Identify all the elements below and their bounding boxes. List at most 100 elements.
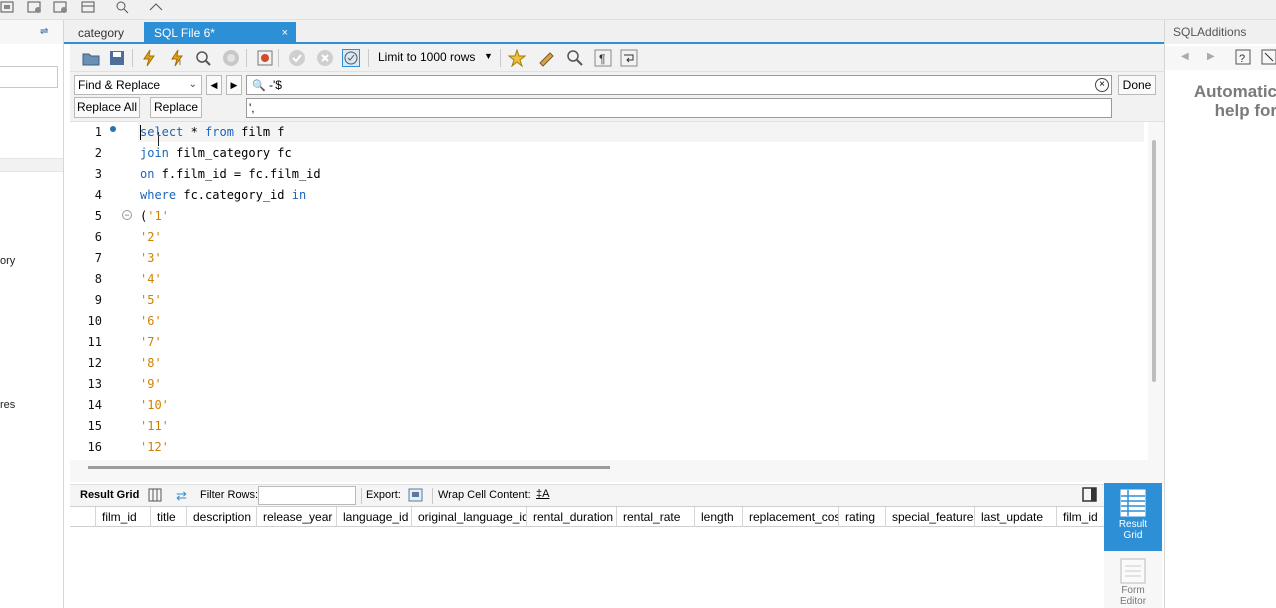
- toggle-panel-icon[interactable]: [1082, 487, 1098, 506]
- code-line[interactable]: '3': [140, 251, 162, 265]
- code-line[interactable]: join film_category fc: [140, 146, 292, 160]
- sql-editor[interactable]: − 1 select * from film f 2 join film_catego…: [70, 122, 1164, 460]
- code-line[interactable]: where fc.category_id in: [140, 188, 306, 202]
- export-label: Export:: [366, 489, 401, 501]
- limit-rows-select[interactable]: Limit to 1000 rows: [378, 50, 475, 64]
- find-previous-button[interactable]: ◀: [206, 75, 222, 95]
- code-line[interactable]: '10': [140, 398, 169, 412]
- commit-icon[interactable]: [288, 49, 306, 67]
- column-header[interactable]: release_year: [257, 507, 337, 527]
- tab-category[interactable]: category: [68, 23, 134, 43]
- auto-help-icon[interactable]: [1261, 49, 1276, 68]
- forward-icon[interactable]: ▶: [1207, 51, 1215, 62]
- replace-input[interactable]: ',: [246, 98, 1112, 118]
- invisible-chars-icon[interactable]: ¶: [594, 49, 612, 67]
- navigator-panel: ⇌ ory res: [0, 20, 64, 608]
- column-header[interactable]: special_features: [886, 507, 975, 527]
- svg-text:¶: ¶: [599, 52, 605, 66]
- search-icon[interactable]: 🔍: [252, 77, 266, 95]
- find-input[interactable]: 🔍 -'$ ×: [246, 75, 1112, 95]
- sql-keyword: on: [140, 167, 155, 181]
- open-file-icon[interactable]: [82, 49, 100, 67]
- code-line[interactable]: select * from film f: [140, 125, 285, 139]
- code-line[interactable]: '9': [140, 377, 162, 391]
- code-line[interactable]: ('1': [140, 209, 169, 223]
- autocommit-icon[interactable]: [342, 49, 360, 67]
- column-header[interactable]: language_id: [337, 507, 412, 527]
- add-snippet-icon[interactable]: [507, 48, 527, 68]
- new-connection-icon[interactable]: [0, 0, 18, 14]
- column-header[interactable]: rating: [839, 507, 886, 527]
- editor-tab-bar: category SQL File 6* ×: [64, 20, 1164, 44]
- refresh-icon[interactable]: ⇄: [176, 488, 187, 504]
- open-sql-icon[interactable]: [26, 0, 44, 14]
- execute-icon[interactable]: [140, 49, 158, 67]
- replace-button[interactable]: Replace: [150, 97, 202, 118]
- result-view-switcher: Result Grid Form Editor: [1104, 482, 1162, 608]
- column-header[interactable]: last_update: [975, 507, 1057, 527]
- beautify-icon[interactable]: [538, 49, 556, 67]
- column-header[interactable]: description: [187, 507, 257, 527]
- grid-view-icon[interactable]: [148, 488, 162, 505]
- done-button[interactable]: Done: [1118, 75, 1156, 95]
- find-icon[interactable]: [566, 49, 584, 67]
- find-replace-bar: Find & Replace ⌄ ◀ ▶ 🔍 -'$ × Done Replac…: [70, 72, 1164, 122]
- find-mode-select[interactable]: Find & Replace ⌄: [74, 75, 202, 95]
- collapse-icon[interactable]: ⇌: [40, 26, 48, 37]
- horizontal-scrollbar[interactable]: [88, 466, 610, 469]
- inspect-icon[interactable]: [114, 0, 132, 14]
- word-wrap-icon[interactable]: [620, 49, 638, 67]
- schema-icon[interactable]: [52, 0, 70, 14]
- execute-current-icon[interactable]: I: [168, 49, 186, 67]
- column-header[interactable]: rental_duration: [527, 507, 617, 527]
- code-line[interactable]: '7': [140, 335, 162, 349]
- sql-string: '6': [140, 314, 162, 328]
- replace-all-button[interactable]: Replace All: [74, 97, 140, 118]
- find-next-button[interactable]: ▶: [226, 75, 242, 95]
- toolbar-separator: [432, 488, 433, 504]
- close-tab-icon[interactable]: ×: [282, 22, 288, 44]
- column-header[interactable]: film_id: [96, 507, 151, 527]
- navigator-item-fragment[interactable]: res: [0, 399, 15, 411]
- fold-icon[interactable]: −: [122, 210, 132, 220]
- grid-corner-cell[interactable]: [70, 507, 96, 527]
- code-line[interactable]: '6': [140, 314, 162, 328]
- form-editor-button[interactable]: Form Editor: [1104, 554, 1162, 608]
- clear-icon[interactable]: ×: [1095, 78, 1109, 92]
- code-line[interactable]: '8': [140, 356, 162, 370]
- filter-rows-input[interactable]: [258, 486, 356, 505]
- vertical-scrollbar[interactable]: [1152, 140, 1156, 382]
- tab-sql-file-6[interactable]: SQL File 6* ×: [144, 22, 296, 44]
- rollback-icon[interactable]: [316, 49, 334, 67]
- toggle-continue-icon[interactable]: [256, 49, 274, 67]
- line-number: 6: [94, 230, 102, 244]
- save-icon[interactable]: [108, 49, 126, 67]
- result-grid[interactable]: film_id title description release_year langu…: [70, 506, 1125, 608]
- column-header[interactable]: replacement_cost: [743, 507, 839, 527]
- export-icon[interactable]: [408, 488, 424, 505]
- code-line[interactable]: '11': [140, 419, 169, 433]
- column-header[interactable]: original_language_id: [412, 507, 527, 527]
- code-line[interactable]: '5': [140, 293, 162, 307]
- context-help-icon[interactable]: ?: [1235, 49, 1251, 68]
- form-editor-button-label-2: Editor: [1119, 596, 1147, 607]
- back-icon[interactable]: ◀: [1181, 51, 1189, 62]
- code-line[interactable]: '4': [140, 272, 162, 286]
- column-header[interactable]: film_id: [1057, 507, 1105, 527]
- column-header[interactable]: length: [695, 507, 743, 527]
- stop-icon[interactable]: [222, 49, 240, 67]
- code-line[interactable]: '2': [140, 230, 162, 244]
- horizontal-scroll-track: [70, 460, 1164, 482]
- table-icon[interactable]: [80, 0, 98, 14]
- navigator-item-fragment[interactable]: ory: [0, 255, 15, 267]
- navigator-search-input[interactable]: [0, 66, 58, 88]
- explain-icon[interactable]: [194, 49, 212, 67]
- column-header[interactable]: rental_rate: [617, 507, 695, 527]
- reconnect-icon[interactable]: [148, 0, 166, 14]
- column-header[interactable]: title: [151, 507, 187, 527]
- code-line[interactable]: on f.film_id = fc.film_id: [140, 167, 321, 181]
- code-line[interactable]: '12': [140, 440, 169, 454]
- wrap-toggle-icon[interactable]: ‡A: [536, 488, 549, 500]
- chevron-down-icon[interactable]: ▼: [484, 51, 493, 61]
- result-grid-button[interactable]: Result Grid: [1104, 483, 1162, 551]
